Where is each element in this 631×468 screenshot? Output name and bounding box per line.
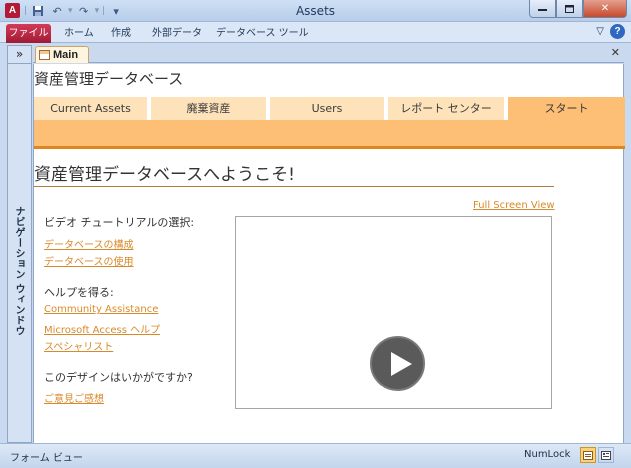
help-link-community[interactable]: Community Assistance bbox=[44, 304, 158, 315]
help-link-specialist[interactable]: スペシャリスト bbox=[44, 338, 113, 353]
play-icon[interactable] bbox=[370, 336, 425, 391]
status-view-name: フォーム ビュー bbox=[10, 453, 83, 464]
main-form: 資産管理データベース Current Assets 廃棄資産 Users レポー… bbox=[33, 64, 625, 443]
document-tab-bar: Main ✕ bbox=[33, 45, 624, 63]
status-bar: フォーム ビュー NumLock bbox=[0, 443, 631, 468]
maximize-button[interactable] bbox=[556, 0, 583, 18]
quick-access-toolbar: | ↶ ▾ ↷ ▾ | ▾ bbox=[24, 3, 124, 19]
tab-start[interactable]: スタート bbox=[508, 97, 625, 120]
feedback-label: このデザインはいかがですか? bbox=[44, 371, 193, 384]
full-screen-view-link[interactable]: Full Screen View bbox=[473, 200, 555, 211]
navigation-pane: » ナビゲーション ウィンドウ bbox=[7, 45, 32, 443]
video-player[interactable] bbox=[235, 216, 552, 409]
ribbon-tab-database-tools[interactable]: データベース ツール bbox=[216, 24, 309, 43]
tab-page-band bbox=[34, 120, 625, 149]
redo-icon[interactable]: ↷ bbox=[76, 3, 92, 19]
form-title: 資産管理データベース bbox=[34, 70, 184, 88]
video-tutorials-label: ビデオ チュートリアルの選択: bbox=[44, 216, 195, 229]
redo-dropdown-icon[interactable]: ▾ bbox=[95, 6, 100, 16]
help-icon[interactable]: ? bbox=[610, 24, 625, 39]
feedback-link[interactable]: ご意見ご感想 bbox=[44, 390, 104, 405]
tab-current-assets[interactable]: Current Assets bbox=[34, 97, 147, 120]
customize-qat-icon[interactable]: ▾ bbox=[108, 3, 124, 19]
tab-report-center[interactable]: レポート センター bbox=[388, 97, 504, 120]
qat-separator: | bbox=[24, 6, 28, 16]
video-link-database-usage[interactable]: データベースの使用 bbox=[44, 253, 134, 268]
document-tab-label: Main bbox=[53, 49, 79, 61]
close-window-button[interactable]: ✕ bbox=[583, 0, 627, 18]
minimize-ribbon-icon[interactable]: ▽ bbox=[596, 26, 604, 37]
video-link-database-structure[interactable]: データベースの構成 bbox=[44, 236, 134, 251]
ribbon-tab-home[interactable]: ホーム bbox=[64, 24, 94, 43]
qat-separator: | bbox=[102, 6, 106, 16]
minimize-button[interactable] bbox=[529, 0, 556, 18]
save-icon[interactable] bbox=[30, 3, 46, 19]
nav-pane-toggle-button[interactable]: » bbox=[8, 46, 31, 64]
title-bar: A | ↶ ▾ ↷ ▾ | ▾ Assets ✕ bbox=[0, 0, 631, 22]
access-logo-icon[interactable]: A bbox=[5, 3, 20, 18]
undo-icon[interactable]: ↶ bbox=[49, 3, 65, 19]
ribbon-tab-file[interactable]: ファイル bbox=[6, 24, 51, 43]
welcome-heading: 資産管理データベースへようこそ! bbox=[34, 165, 295, 185]
welcome-divider bbox=[34, 186, 554, 187]
document-tab-main[interactable]: Main bbox=[35, 46, 89, 63]
close-document-icon[interactable]: ✕ bbox=[611, 46, 620, 59]
help-label: ヘルプを得る: bbox=[44, 286, 114, 299]
form-tab-strip: Current Assets 廃棄資産 Users レポート センター スタート bbox=[34, 97, 625, 120]
ribbon-right-controls: ▽ ? bbox=[596, 24, 625, 39]
ribbon-tab-create[interactable]: 作成 bbox=[111, 24, 131, 43]
form-view-icon[interactable] bbox=[580, 447, 596, 463]
undo-dropdown-icon[interactable]: ▾ bbox=[68, 6, 73, 16]
tab-users[interactable]: Users bbox=[270, 97, 384, 120]
window-controls: ✕ bbox=[529, 0, 627, 18]
design-view-icon[interactable] bbox=[598, 447, 614, 463]
status-numlock: NumLock bbox=[524, 449, 571, 460]
help-link-access-help[interactable]: Microsoft Access ヘルプ bbox=[44, 321, 160, 336]
form-icon bbox=[39, 50, 50, 60]
tab-retired-assets[interactable]: 廃棄資産 bbox=[151, 97, 266, 120]
nav-pane-label[interactable]: ナビゲーション ウィンドウ bbox=[11, 206, 26, 336]
ribbon-tab-bar: ファイル ホーム 作成 外部データ データベース ツール ▽ ? bbox=[0, 22, 631, 43]
ribbon-tab-external-data[interactable]: 外部データ bbox=[152, 24, 202, 43]
